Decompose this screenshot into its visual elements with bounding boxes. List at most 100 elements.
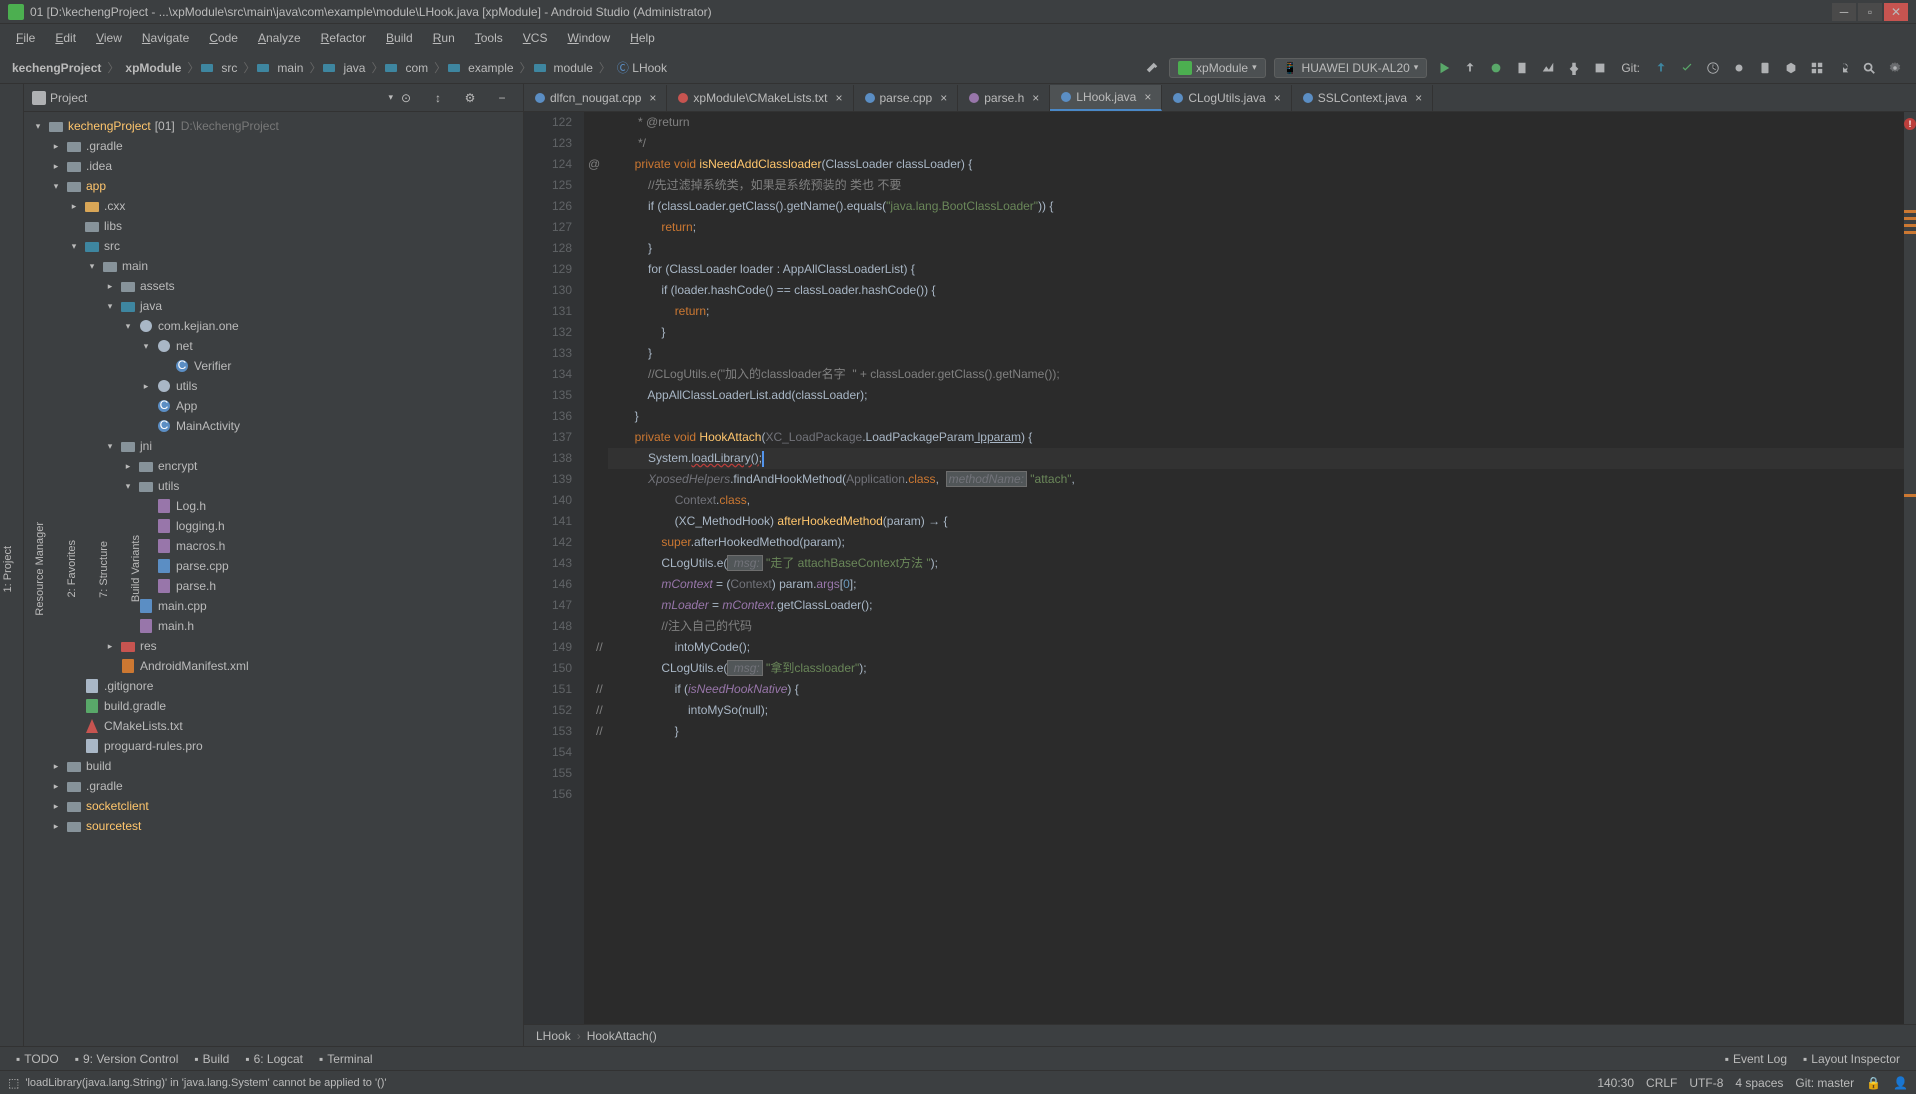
gear-icon[interactable]: ⚙ [460,88,480,108]
menu-build[interactable]: Build [378,27,421,49]
side-tab-project[interactable]: 1: Project [0,542,16,596]
tab-close-icon[interactable]: × [649,91,656,105]
device-select[interactable]: 📱 HUAWEI DUK-AL20 ▾ [1274,58,1428,78]
menu-analyze[interactable]: Analyze [250,27,309,49]
tab-xpmodule-cmakelists-txt[interactable]: xpModule\CMakeLists.txt× [667,85,853,111]
tool-terminal[interactable]: ▪Terminal [311,1050,381,1068]
profiler-icon[interactable] [1538,58,1558,78]
tree-item-src[interactable]: ▾src [24,236,523,256]
tree-item-utils[interactable]: ▸utils [24,376,523,396]
tree-item-build-gradle[interactable]: build.gradle [24,696,523,716]
breadcrumb-java[interactable]: java [339,59,369,77]
expand-all-icon[interactable]: ↕ [428,88,448,108]
menu-navigate[interactable]: Navigate [134,27,197,49]
hide-icon[interactable]: − [492,88,512,108]
error-indicator-icon[interactable]: ! [1904,118,1916,130]
settings-icon[interactable] [1885,58,1905,78]
memory-indicator[interactable]: 🔒 [1866,1076,1881,1090]
attach-debugger-icon[interactable] [1564,58,1584,78]
tree-item-logging-h[interactable]: logging.h [24,516,523,536]
menu-file[interactable]: File [8,27,43,49]
tree-item-build[interactable]: ▸build [24,756,523,776]
tool-layoutinspector[interactable]: ▪Layout Inspector [1795,1050,1908,1068]
git-branch[interactable]: Git: master [1795,1076,1854,1090]
menu-help[interactable]: Help [622,27,663,49]
cursor-position[interactable]: 140:30 [1597,1076,1634,1090]
encoding[interactable]: UTF-8 [1689,1076,1723,1090]
tree-item-libs[interactable]: libs [24,216,523,236]
tree-item-app[interactable]: CApp [24,396,523,416]
breadcrumb-example[interactable]: example [464,59,517,77]
tool-logcat[interactable]: ▪6: Logcat [237,1050,311,1068]
tree-item-androidmanifest-xml[interactable]: AndroidManifest.xml [24,656,523,676]
tool-build[interactable]: ▪Build [186,1050,237,1068]
tab-close-icon[interactable]: × [835,91,842,105]
git-commit-icon[interactable] [1677,58,1697,78]
run-config-select[interactable]: xpModule ▾ [1169,58,1266,78]
hammer-icon[interactable] [1142,58,1162,78]
tree-item-java[interactable]: ▾java [24,296,523,316]
breadcrumb-com[interactable]: com [401,59,432,77]
apply-changes-icon[interactable] [1460,58,1480,78]
menu-run[interactable]: Run [425,27,463,49]
code-content[interactable]: * @return */@ private void isNeedAddClas… [584,112,1904,1024]
tab-close-icon[interactable]: × [1274,91,1281,105]
coverage-icon[interactable] [1512,58,1532,78]
sdk-icon[interactable] [1781,58,1801,78]
tree-item-verifier[interactable]: CVerifier [24,356,523,376]
menu-window[interactable]: Window [559,27,618,49]
git-update-icon[interactable] [1651,58,1671,78]
sync-icon[interactable] [1833,58,1853,78]
tree-item-socketclient[interactable]: ▸socketclient [24,796,523,816]
tree-item-proguard-rules-pro[interactable]: proguard-rules.pro [24,736,523,756]
side-tab-favorites[interactable]: 2: Favorites [64,536,80,601]
side-tab-buildvariants[interactable]: Build Variants [128,531,144,606]
run-icon[interactable] [1434,58,1454,78]
tree-item--gradle[interactable]: ▸.gradle [24,776,523,796]
tree-item--cxx[interactable]: ▸.cxx [24,196,523,216]
tree-item-sourcetest[interactable]: ▸sourcetest [24,816,523,836]
tree-item-main[interactable]: ▾main [24,256,523,276]
tree-item-com-kejian-one[interactable]: ▾com.kejian.one [24,316,523,336]
menu-vcs[interactable]: VCS [515,27,556,49]
tree-item-net[interactable]: ▾net [24,336,523,356]
tab-close-icon[interactable]: × [1144,90,1151,104]
side-tab-structure[interactable]: 7: Structure [96,537,112,602]
tool-todo[interactable]: ▪TODO [8,1050,67,1068]
resource-manager-icon[interactable] [1807,58,1827,78]
code-breadcrumb[interactable]: LHook › HookAttach() [524,1024,1916,1046]
tool-eventlog[interactable]: ▪Event Log [1717,1050,1795,1068]
marker-strip[interactable]: ! [1904,112,1916,1024]
tab-sslcontext-java[interactable]: SSLContext.java× [1292,85,1433,111]
tree-item-app[interactable]: ▾app [24,176,523,196]
tab-close-icon[interactable]: × [1032,91,1039,105]
stop-icon[interactable] [1590,58,1610,78]
tab-parse-h[interactable]: parse.h× [958,85,1050,111]
tree-item-jni[interactable]: ▾jni [24,436,523,456]
minimize-button[interactable]: ─ [1832,3,1856,21]
menu-tools[interactable]: Tools [467,27,511,49]
breadcrumb-LHook[interactable]: Ⓒ LHook [613,57,671,78]
indent-config[interactable]: 4 spaces [1735,1076,1783,1090]
tree-item-cmakelists-txt[interactable]: CMakeLists.txt [24,716,523,736]
avd-icon[interactable] [1755,58,1775,78]
tree-item-res[interactable]: ▸res [24,636,523,656]
tree-item--idea[interactable]: ▸.idea [24,156,523,176]
menu-view[interactable]: View [88,27,130,49]
menu-edit[interactable]: Edit [47,27,84,49]
tree-item-assets[interactable]: ▸assets [24,276,523,296]
tree-item-main-h[interactable]: main.h [24,616,523,636]
inspection-icon[interactable]: 👤 [1893,1076,1908,1090]
git-revert-icon[interactable] [1729,58,1749,78]
debug-icon[interactable] [1486,58,1506,78]
tree-item-log-h[interactable]: Log.h [24,496,523,516]
tab-lhook-java[interactable]: LHook.java× [1050,85,1162,111]
line-separator[interactable]: CRLF [1646,1076,1677,1090]
tab-clogutils-java[interactable]: CLogUtils.java× [1162,85,1291,111]
breadcrumb-module[interactable]: module [550,59,597,77]
breadcrumb-main[interactable]: main [273,59,307,77]
tab-dlfcn-nougat-cpp[interactable]: dlfcn_nougat.cpp× [524,85,667,111]
tool-versioncontrol[interactable]: ▪9: Version Control [67,1050,187,1068]
git-history-icon[interactable] [1703,58,1723,78]
tab-close-icon[interactable]: × [1415,91,1422,105]
